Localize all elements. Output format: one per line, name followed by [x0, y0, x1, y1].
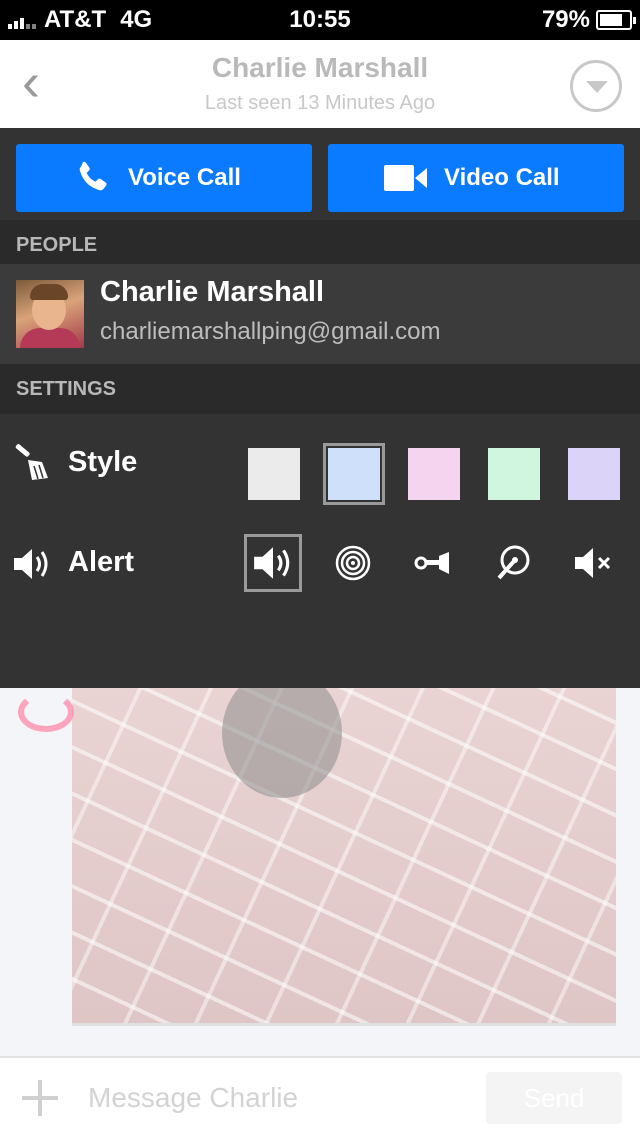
people-section-header: PEOPLE [0, 220, 640, 270]
style-swatch-pink[interactable] [408, 448, 460, 500]
participant-email: charliemarshallping@gmail.com [100, 318, 441, 345]
send-button[interactable]: Send [486, 1072, 622, 1124]
video-call-button[interactable]: Video Call [328, 144, 624, 212]
plus-icon[interactable] [22, 1080, 58, 1116]
style-label: Style [68, 446, 138, 478]
participant-row[interactable]: Charlie Marshall charliemarshallping@gma… [0, 264, 640, 364]
wand-icon [497, 545, 530, 580]
style-swatch-blue[interactable] [323, 443, 385, 505]
style-swatch-gray[interactable] [248, 448, 300, 500]
speaker-icon [12, 544, 52, 584]
alert-option-wand[interactable] [484, 534, 542, 592]
phone-icon [72, 158, 112, 198]
alert-setting-row: Alert [0, 524, 640, 604]
status-bar: AT&T 4G 10:55 79% [0, 0, 640, 40]
conversation-settings-panel: Voice Call Video Call PEOPLE Charlie Mar… [0, 128, 640, 688]
photo-partial-left [18, 692, 74, 732]
voice-call-button[interactable]: Voice Call [16, 144, 312, 212]
voice-call-label: Voice Call [128, 164, 241, 191]
horn-icon [414, 552, 449, 574]
chevron-down-circle-icon[interactable] [570, 60, 622, 112]
status-right: 79% [541, 6, 636, 34]
message-composer: Send [0, 1056, 640, 1136]
alert-option-horn[interactable] [404, 534, 462, 592]
battery-percent: 79% [541, 6, 590, 33]
style-swatch-lavender[interactable] [568, 448, 620, 500]
alert-option-speaker[interactable] [244, 534, 302, 592]
message-list[interactable] [0, 688, 640, 1056]
alert-option-mute[interactable] [564, 534, 622, 592]
participant-name: Charlie Marshall [100, 276, 325, 308]
last-seen-status: Last seen 13 Minutes Ago [204, 92, 436, 114]
settings-section-header: SETTINGS [0, 364, 640, 414]
target-icon [335, 545, 371, 581]
battery-icon [596, 10, 636, 30]
photo-message[interactable] [72, 688, 616, 1026]
mute-icon [575, 548, 611, 578]
video-call-label: Video Call [444, 164, 560, 191]
chat-header: ‹ Charlie Marshall Last seen 13 Minutes … [0, 40, 640, 128]
style-swatch-green[interactable] [488, 448, 540, 500]
alert-option-target[interactable] [324, 534, 382, 592]
style-setting-row: Style [0, 424, 640, 505]
speaker-icon [254, 547, 290, 579]
paintbrush-icon [12, 444, 52, 484]
avatar [16, 280, 84, 348]
video-camera-icon [384, 163, 428, 193]
alert-label: Alert [68, 546, 135, 578]
message-input[interactable] [88, 1076, 468, 1120]
contact-title: Charlie Marshall [211, 52, 429, 83]
